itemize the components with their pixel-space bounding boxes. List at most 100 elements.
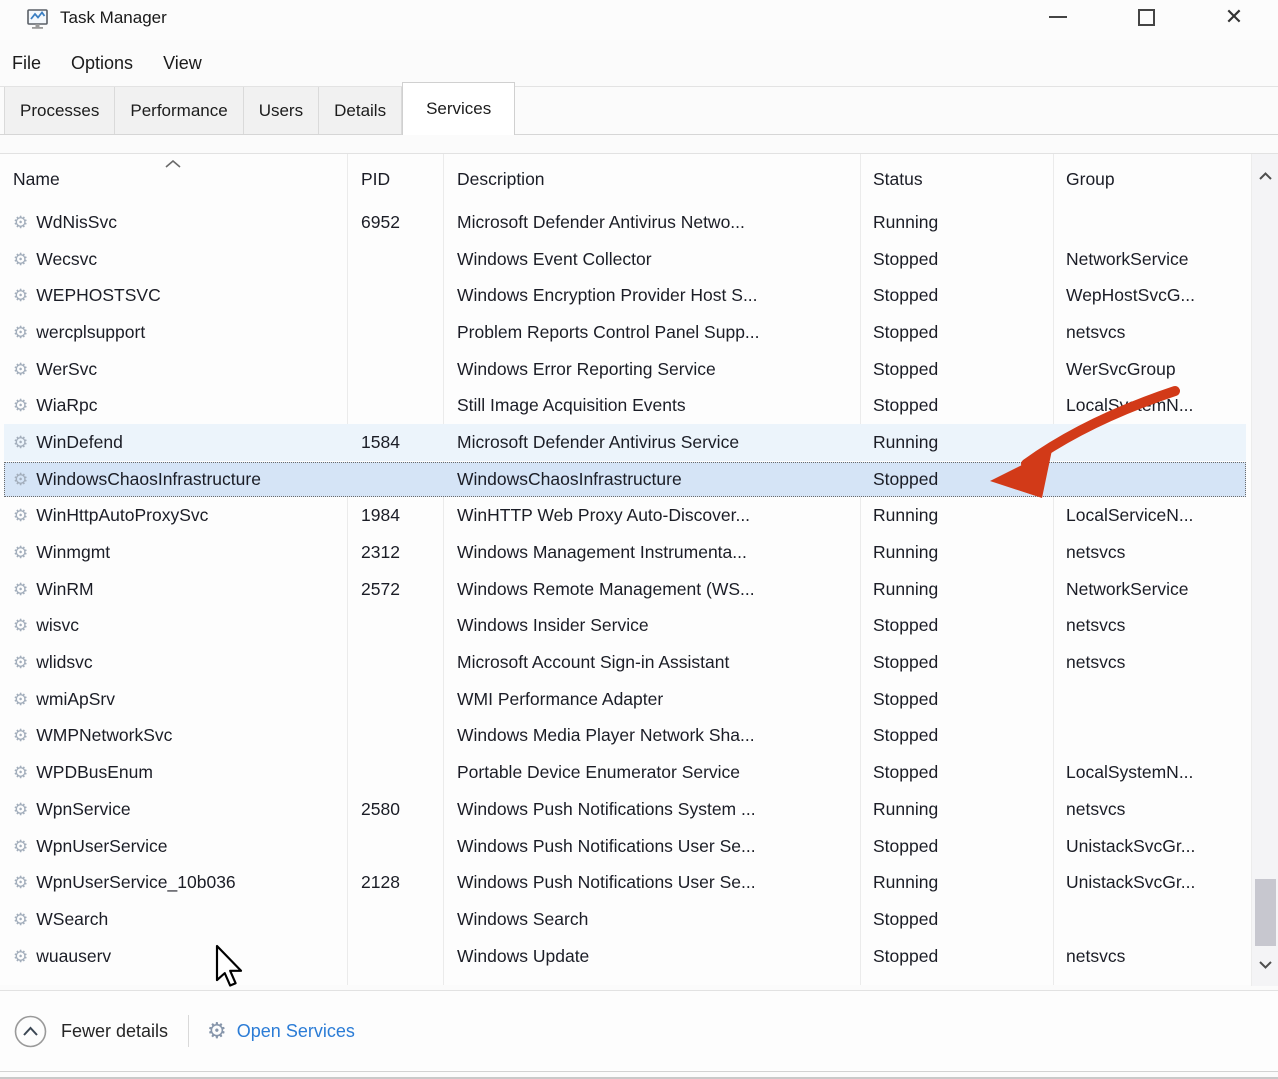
service-status: Stopped	[860, 395, 1053, 416]
menu-item-view[interactable]: View	[148, 53, 217, 74]
service-status: Running	[860, 212, 1053, 233]
table-row[interactable]: ⚙ wmiApSrv WMI Performance Adapter Stopp…	[0, 681, 1251, 718]
table-row[interactable]: ⚙ WSearch Windows Search Stopped	[0, 901, 1251, 938]
open-services-link[interactable]: ⚙ Open Services	[207, 1020, 355, 1042]
table-row[interactable]: ⚙ WpnService 2580 Windows Push Notificat…	[0, 791, 1251, 828]
service-group: netsvcs	[1053, 322, 1251, 343]
service-gear-icon: ⚙	[13, 801, 28, 818]
tab-processes[interactable]: Processes	[4, 87, 115, 134]
vertical-scrollbar[interactable]	[1251, 154, 1278, 986]
table-row[interactable]: ⚙ WindowsChaosInfrastructure WindowsChao…	[0, 461, 1251, 498]
services-gear-icon: ⚙	[207, 1020, 227, 1042]
service-gear-icon: ⚙	[13, 838, 28, 855]
service-group: LocalSystemN...	[1053, 395, 1251, 416]
service-description: WinHTTP Web Proxy Auto-Discover...	[443, 505, 860, 526]
service-status: Running	[860, 505, 1053, 526]
service-gear-icon: ⚙	[13, 287, 28, 304]
scroll-up-button[interactable]	[1252, 162, 1278, 189]
scroll-down-button[interactable]	[1252, 951, 1278, 978]
service-description: Problem Reports Control Panel Supp...	[443, 322, 860, 343]
table-row[interactable]: ⚙ WinHttpAutoProxySvc 1984 WinHTTP Web P…	[0, 498, 1251, 535]
service-gear-icon: ⚙	[13, 471, 28, 488]
column-header-pid[interactable]: PID	[347, 169, 443, 190]
service-group: netsvcs	[1053, 799, 1251, 820]
table-row[interactable]: ⚙ wercplsupport Problem Reports Control …	[0, 314, 1251, 351]
service-description: Windows Search	[443, 909, 860, 930]
service-gear-icon: ⚙	[13, 434, 28, 451]
service-pid: 6952	[347, 212, 443, 233]
service-description: Windows Push Notifications System ...	[443, 799, 860, 820]
service-pid: 2312	[347, 542, 443, 563]
column-header-status[interactable]: Status	[860, 169, 1053, 190]
service-status: Stopped	[860, 946, 1053, 967]
service-group: netsvcs	[1053, 542, 1251, 563]
table-row[interactable]: ⚙ WMPNetworkSvc Windows Media Player Net…	[0, 718, 1251, 755]
titlebar: Task Manager ✕	[0, 0, 1278, 40]
service-description: Windows Event Collector	[443, 249, 860, 270]
table-row[interactable]: ⚙ WpnUserService Windows Push Notificati…	[0, 828, 1251, 865]
table-row[interactable]: ⚙ WEPHOSTSVC Windows Encryption Provider…	[0, 277, 1251, 314]
service-name: WindowsChaosInfrastructure	[36, 469, 261, 490]
tab-performance[interactable]: Performance	[115, 87, 243, 134]
service-status: Stopped	[860, 285, 1053, 306]
footer-bar: Fewer details ⚙ Open Services	[0, 990, 1278, 1072]
service-gear-icon: ⚙	[13, 691, 28, 708]
service-gear-icon: ⚙	[13, 727, 28, 744]
service-name: WiaRpc	[36, 395, 97, 416]
table-row[interactable]: ⚙ WiaRpc Still Image Acquisition Events …	[0, 387, 1251, 424]
chevron-up-circle-icon	[14, 1015, 47, 1048]
column-header-description[interactable]: Description	[443, 169, 860, 190]
table-row[interactable]: ⚙ WdNisSvc 6952 Microsoft Defender Antiv…	[0, 204, 1251, 241]
service-status: Running	[860, 579, 1053, 600]
service-gear-icon: ⚙	[13, 764, 28, 781]
tab-details[interactable]: Details	[319, 87, 402, 134]
service-description: Windows Encryption Provider Host S...	[443, 285, 860, 306]
table-row[interactable]: ⚙ Winmgmt 2312 Windows Management Instru…	[0, 534, 1251, 571]
services-table: Name PID Description Status Group ⚙ WdNi…	[0, 153, 1278, 985]
maximize-icon	[1138, 9, 1155, 26]
open-services-label: Open Services	[237, 1021, 355, 1042]
service-name: Wecsvc	[36, 249, 97, 270]
service-gear-icon: ⚙	[13, 874, 28, 891]
table-row[interactable]: ⚙ Wecsvc Windows Event Collector Stopped…	[0, 241, 1251, 278]
table-row[interactable]: ⚙ WerSvc Windows Error Reporting Service…	[0, 351, 1251, 388]
service-description: Windows Management Instrumenta...	[443, 542, 860, 563]
fewer-details-button[interactable]: Fewer details	[14, 1015, 168, 1048]
window-title: Task Manager	[60, 8, 167, 28]
service-description: Windows Error Reporting Service	[443, 359, 860, 380]
service-gear-icon: ⚙	[13, 544, 28, 561]
scrollbar-thumb[interactable]	[1255, 879, 1276, 946]
service-description: Microsoft Defender Antivirus Netwo...	[443, 212, 860, 233]
service-gear-icon: ⚙	[13, 581, 28, 598]
service-name: WMPNetworkSvc	[36, 725, 172, 746]
service-status: Stopped	[860, 689, 1053, 710]
service-name: WinRM	[36, 579, 93, 600]
table-row[interactable]: ⚙ WPDBusEnum Portable Device Enumerator …	[0, 754, 1251, 791]
tab-users[interactable]: Users	[244, 87, 319, 134]
service-status: Stopped	[860, 909, 1053, 930]
tab-services[interactable]: Services	[402, 82, 515, 135]
service-description: Windows Push Notifications User Se...	[443, 872, 860, 893]
service-pid: 2572	[347, 579, 443, 600]
menu-item-file[interactable]: File	[0, 53, 56, 74]
tab-strip: ProcessesPerformanceUsersDetailsServices	[0, 88, 1278, 135]
service-status: Running	[860, 542, 1053, 563]
table-row[interactable]: ⚙ WpnUserService_10b036 2128 Windows Pus…	[0, 864, 1251, 901]
table-header: Name PID Description Status Group	[0, 154, 1251, 204]
column-header-group[interactable]: Group	[1053, 169, 1251, 190]
service-name: WinHttpAutoProxySvc	[36, 505, 208, 526]
service-description: Microsoft Defender Antivirus Service	[443, 432, 860, 453]
minimize-button[interactable]	[1014, 0, 1102, 34]
service-gear-icon: ⚙	[13, 397, 28, 414]
table-row[interactable]: ⚙ wlidsvc Microsoft Account Sign-in Assi…	[0, 644, 1251, 681]
table-row[interactable]: ⚙ wisvc Windows Insider Service Stopped …	[0, 608, 1251, 645]
close-button[interactable]: ✕	[1190, 0, 1278, 34]
menu-item-options[interactable]: Options	[56, 53, 148, 74]
maximize-button[interactable]	[1102, 0, 1190, 34]
table-row[interactable]: ⚙ WinDefend 1584 Microsoft Defender Anti…	[0, 424, 1251, 461]
service-description: Still Image Acquisition Events	[443, 395, 860, 416]
table-row[interactable]: ⚙ WinRM 2572 Windows Remote Management (…	[0, 571, 1251, 608]
table-row[interactable]: ⚙ wuauserv Windows Update Stopped netsvc…	[0, 938, 1251, 975]
column-header-name[interactable]: Name	[0, 169, 347, 190]
service-gear-icon: ⚙	[13, 214, 28, 231]
